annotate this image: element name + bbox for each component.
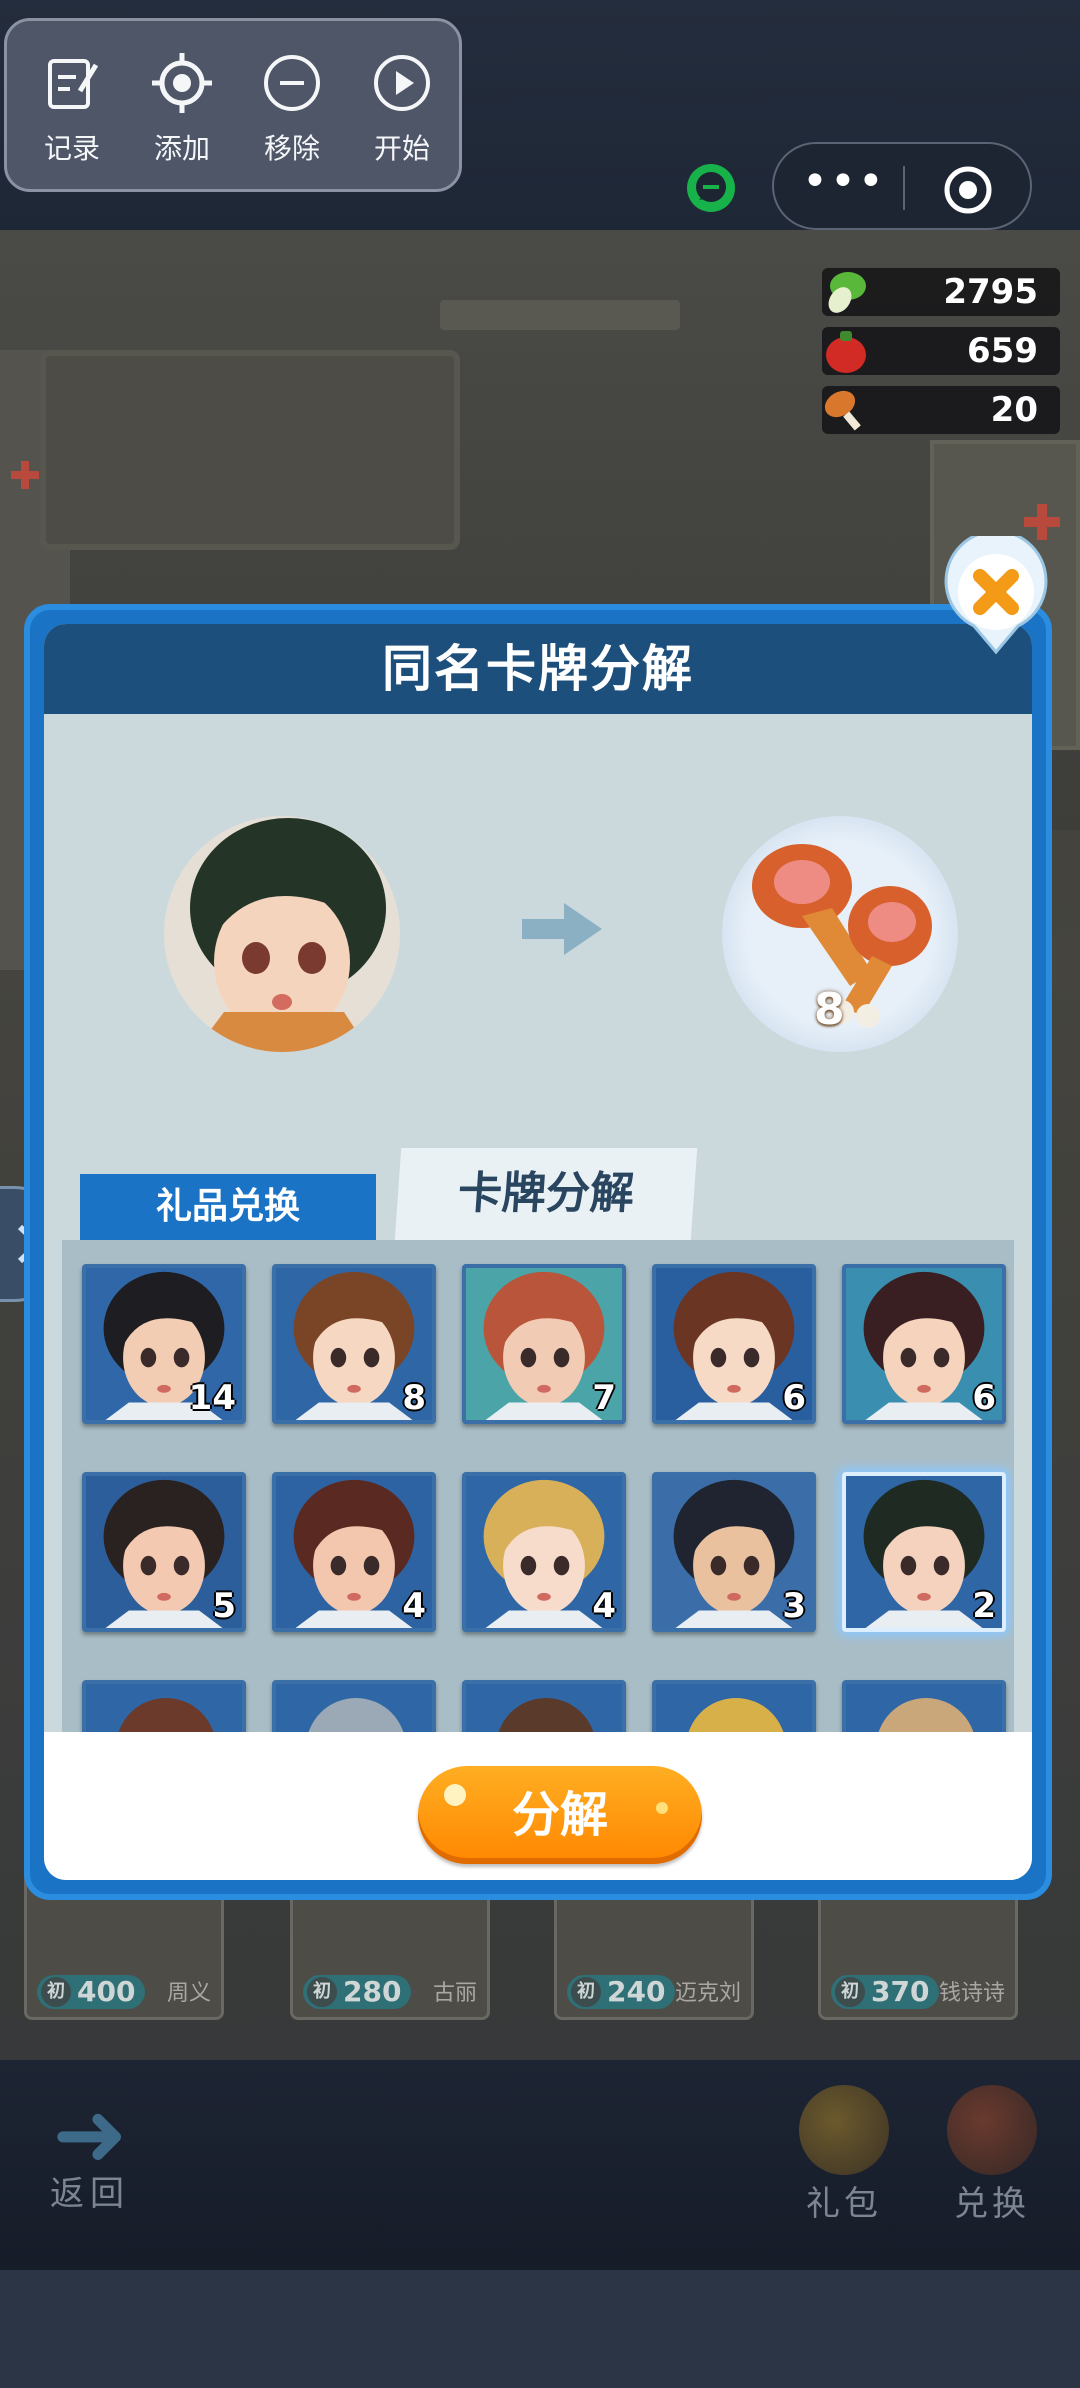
exchange-icon	[947, 2085, 1037, 2175]
target-close-icon[interactable]	[942, 164, 994, 216]
mini-program-capsule: •••	[772, 142, 1032, 230]
chat-status-icon[interactable]	[683, 160, 739, 216]
play-circle-icon	[374, 55, 430, 111]
gift-pack-label: 礼包	[806, 2184, 882, 2224]
bottom-strip	[0, 2270, 1080, 2388]
record-button[interactable]: 记录	[17, 51, 127, 181]
record-label: 记录	[43, 132, 100, 165]
capsule-divider	[903, 166, 905, 210]
gift-box-icon	[799, 2085, 889, 2175]
remove-button[interactable]: 移除	[237, 51, 347, 181]
mini-program-toolbar: 记录 添加 移除 开始	[4, 18, 462, 192]
add-label: 添加	[153, 132, 210, 165]
remove-label: 移除	[263, 132, 320, 165]
start-button[interactable]: 开始	[347, 51, 457, 181]
gift-pack-button[interactable]: 礼包	[784, 2085, 904, 2225]
back-arrow-icon: ➜	[52, 2082, 128, 2187]
exchange-button[interactable]: 兑换	[932, 2085, 1052, 2225]
more-dots-icon[interactable]: •••	[802, 160, 884, 212]
back-label: 返回	[50, 2174, 130, 2214]
exchange-label: 兑换	[954, 2184, 1030, 2224]
start-label: 开始	[373, 132, 430, 165]
add-button[interactable]: 添加	[127, 51, 237, 181]
back-button[interactable]: ➜ 返回	[30, 2082, 150, 2215]
modal-overlay	[0, 230, 1080, 2060]
crosshair-icon	[152, 53, 212, 113]
edit-note-icon	[48, 59, 99, 109]
bottom-nav-bar	[0, 2060, 1080, 2270]
minus-circle-icon	[264, 55, 320, 111]
